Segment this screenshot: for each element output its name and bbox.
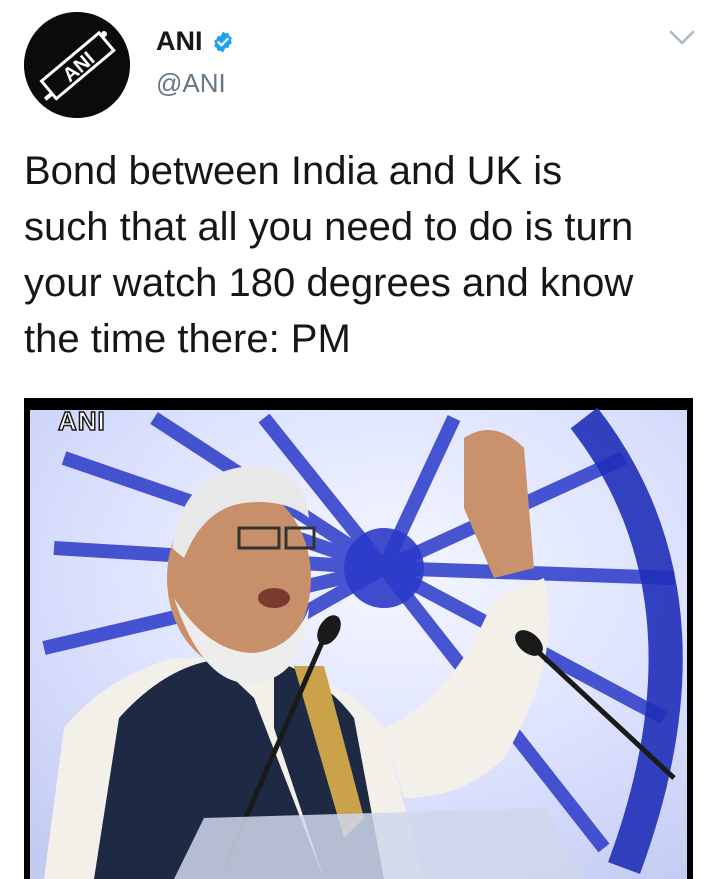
verified-badge-icon bbox=[211, 30, 235, 54]
tweet-media-image[interactable]: ANI bbox=[24, 398, 693, 879]
speech-photo bbox=[24, 398, 693, 879]
author-handle[interactable]: @ANI bbox=[156, 68, 226, 99]
media-watermark: ANI bbox=[57, 405, 106, 437]
author-avatar[interactable]: ANI bbox=[24, 12, 130, 118]
author-display-name[interactable]: ANI bbox=[156, 26, 203, 57]
tweet-text: Bond between India and UK is such that a… bbox=[24, 149, 634, 361]
ani-logo-icon: ANI bbox=[24, 12, 130, 118]
author-name-row: ANI bbox=[156, 26, 235, 57]
chevron-down-icon[interactable] bbox=[668, 28, 696, 48]
tweet-header: ANI ANI @ANI bbox=[0, 0, 715, 120]
